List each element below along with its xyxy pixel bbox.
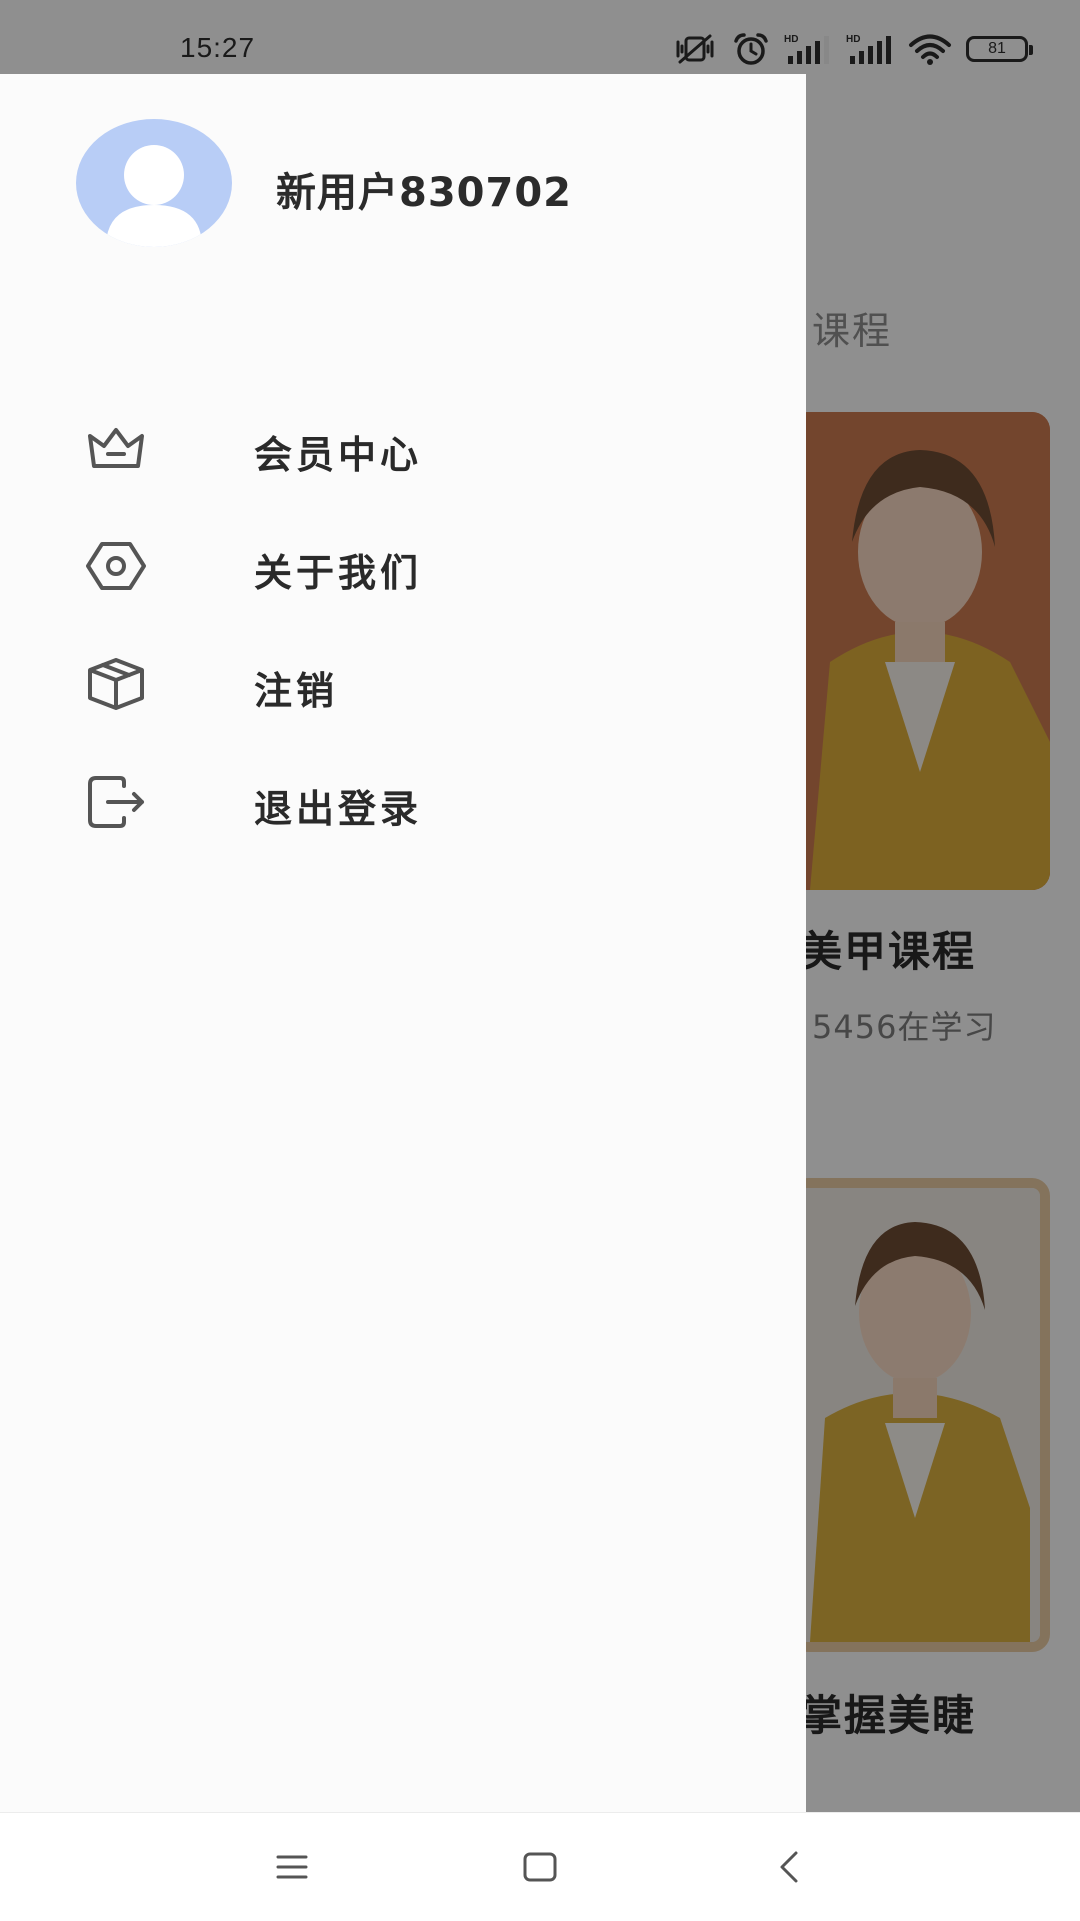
menu-item-label: 注销	[254, 669, 339, 713]
menu-item-logout[interactable]: 退出登录	[0, 754, 806, 850]
side-drawer: 新用户830702 会员中心 关于我们 注销 退出登录	[0, 74, 806, 1812]
menu-item-label: 退出登录	[254, 787, 423, 831]
menu-icon[interactable]	[270, 1845, 314, 1889]
alarm-icon	[734, 33, 768, 65]
hd-signal-icon: HD	[784, 34, 829, 64]
home-icon[interactable]	[518, 1845, 562, 1889]
default-avatar-icon	[106, 145, 202, 247]
menu-item-label: 关于我们	[254, 551, 423, 595]
hexagon-eye-icon	[86, 542, 146, 590]
menu-item-label: 会员中心	[254, 433, 423, 477]
system-nav-bar	[0, 1812, 1080, 1921]
username: 新用户830702	[276, 170, 572, 216]
status-bar: 15:27 HD HD 81	[0, 0, 1080, 74]
menu-item-deregister[interactable]: 注销	[0, 636, 806, 732]
crown-icon	[88, 428, 144, 468]
menu-item-about-us[interactable]: 关于我们	[0, 518, 806, 614]
wifi-icon	[909, 34, 951, 65]
menu-item-member-center[interactable]: 会员中心	[0, 400, 806, 496]
mute-vibrate-icon	[676, 34, 714, 64]
avatar[interactable]	[76, 119, 232, 247]
logout-icon	[88, 776, 144, 828]
back-icon[interactable]	[768, 1845, 812, 1889]
svg-text:HD: HD	[784, 34, 798, 45]
battery-icon: 81	[966, 36, 1033, 62]
status-icons: HD HD 81	[672, 32, 1033, 66]
box-icon	[88, 658, 144, 710]
hd-signal-icon: HD	[846, 34, 891, 64]
svg-text:HD: HD	[846, 34, 860, 45]
status-time: 15:27	[180, 32, 256, 63]
